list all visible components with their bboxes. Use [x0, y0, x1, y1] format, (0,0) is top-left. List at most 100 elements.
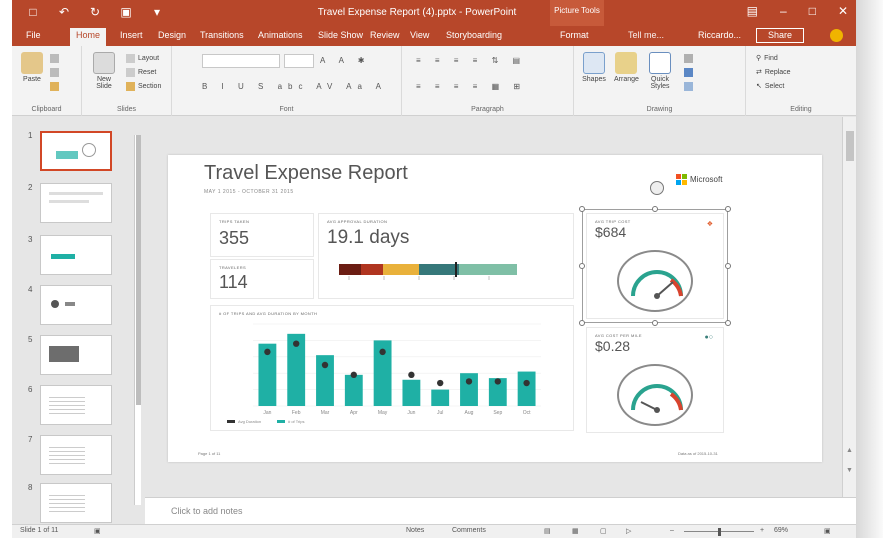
zoom-slider-thumb[interactable]: [718, 528, 721, 536]
layout-button[interactable]: Layout: [126, 54, 159, 63]
tab-view[interactable]: View: [410, 30, 429, 40]
comments-button[interactable]: Comments: [452, 527, 486, 534]
maximize-icon[interactable]: □: [809, 4, 816, 18]
notes-button[interactable]: Notes: [406, 527, 424, 534]
find-button[interactable]: ⚲ Find: [756, 54, 778, 63]
normal-view-icon[interactable]: ▤: [544, 527, 551, 535]
resize-handle[interactable]: [652, 320, 658, 326]
font-size-box[interactable]: [284, 54, 314, 68]
font-size-buttons[interactable]: A A ✱: [320, 56, 371, 65]
paste-button[interactable]: Paste: [20, 52, 44, 83]
list-buttons[interactable]: ≡ ≡ ≡ ≡ ⇅ ▤: [416, 56, 526, 65]
thumbnail-slide-4[interactable]: [40, 285, 112, 325]
start-icon[interactable]: ▣: [119, 5, 133, 19]
spellcheck-icon[interactable]: ▣: [94, 527, 101, 535]
customize-icon[interactable]: ▾: [150, 5, 164, 19]
shapes-button[interactable]: Shapes: [582, 52, 606, 83]
resize-handle[interactable]: [579, 263, 585, 269]
tab-design[interactable]: Design: [158, 30, 186, 40]
legend-swatch: [277, 420, 285, 423]
scroll-up-icon[interactable]: ▲: [846, 447, 853, 454]
thumbnail-slide-3[interactable]: [40, 235, 112, 275]
share-button[interactable]: Share: [756, 28, 804, 43]
tab-animations[interactable]: Animations: [258, 30, 303, 40]
save-icon[interactable]: □: [26, 5, 40, 19]
tab-storyboarding[interactable]: Storyboarding: [446, 30, 502, 40]
toggle-icon[interactable]: ●○: [705, 334, 713, 341]
duration-marker: [465, 378, 473, 385]
window-title: Travel Expense Report (4).pptx - PowerPo…: [317, 7, 517, 18]
tab-format[interactable]: Format: [560, 30, 589, 40]
select-button[interactable]: ↖ Select: [756, 82, 784, 91]
fit-slide-icon[interactable]: ▣: [824, 527, 831, 535]
picture-tools-header: Picture Tools: [550, 0, 604, 26]
rotation-handle[interactable]: [650, 181, 664, 195]
approval-gauge-bar: [339, 262, 517, 277]
copy-button[interactable]: [50, 68, 59, 77]
feedback-icon[interactable]: [830, 29, 843, 42]
resize-handle[interactable]: [652, 206, 658, 212]
thumbnail-slide-1[interactable]: [40, 131, 112, 171]
scrollbar-thumb[interactable]: [846, 131, 854, 161]
resize-handle[interactable]: [579, 320, 585, 326]
thumbnail-number: 6: [28, 385, 33, 394]
thumbnail-slide-8[interactable]: [40, 483, 112, 523]
ribbon-display-icon[interactable]: ▤: [747, 4, 758, 18]
x-tick-label: Mar: [321, 410, 330, 416]
shape-effects-button[interactable]: [684, 82, 693, 91]
zoom-out-icon[interactable]: –: [670, 527, 674, 534]
font-format-buttons[interactable]: B I U S abc AV Aa A: [202, 82, 387, 91]
arrange-button[interactable]: Arrange: [614, 52, 639, 83]
x-tick-label: Apr: [350, 410, 358, 416]
redo-icon[interactable]: ↻: [88, 5, 102, 19]
thumbnail-slide-6[interactable]: [40, 385, 112, 425]
canvas-scrollbar[interactable]: ▲ ▼: [842, 117, 856, 497]
minimize-icon[interactable]: –: [780, 4, 787, 18]
notes-pane[interactable]: Click to add notes: [145, 497, 856, 524]
gauge-segment: [361, 264, 383, 275]
resize-handle[interactable]: [579, 206, 585, 212]
scrollbar-thumb[interactable]: [136, 135, 141, 405]
replace-icon: ⇄: [756, 69, 762, 76]
thumbnail-slide-2[interactable]: [40, 183, 112, 223]
microsoft-logo: Microsoft: [676, 174, 722, 185]
resize-handle[interactable]: [725, 320, 731, 326]
user-name[interactable]: Riccardo...: [698, 30, 741, 40]
tab-review[interactable]: Review: [370, 30, 400, 40]
close-icon[interactable]: ✕: [838, 4, 848, 18]
shape-outline-button[interactable]: [684, 68, 693, 77]
new-slide-button[interactable]: New Slide: [92, 52, 116, 90]
zoom-level[interactable]: 69%: [774, 527, 788, 534]
tell-me-box[interactable]: Tell me...: [628, 30, 664, 40]
slide[interactable]: Travel Expense Report MAY 1 2015 - OCTOB…: [168, 155, 822, 462]
slide-sorter-icon[interactable]: ▦: [572, 527, 579, 535]
resize-handle[interactable]: [725, 206, 731, 212]
reset-button[interactable]: Reset: [126, 68, 156, 77]
quick-styles-button[interactable]: Quick Styles: [648, 52, 672, 90]
section-button[interactable]: Section: [126, 82, 161, 91]
quick-styles-icon: [649, 52, 671, 74]
tab-file[interactable]: File: [26, 30, 41, 40]
align-buttons[interactable]: ≡ ≡ ≡ ≡ ▦ ⊞: [416, 82, 526, 91]
slide-title[interactable]: Travel Expense Report: [204, 162, 408, 185]
shape-fill-button[interactable]: [684, 54, 693, 63]
format-painter-button[interactable]: [50, 82, 59, 91]
bar: [344, 374, 363, 406]
thumbnail-slide-5[interactable]: [40, 335, 112, 375]
tab-transitions[interactable]: Transitions: [200, 30, 244, 40]
scroll-down-icon[interactable]: ▼: [846, 467, 853, 474]
slideshow-icon[interactable]: ▷: [626, 527, 631, 535]
thumbnail-scrollbar[interactable]: [134, 135, 141, 505]
tab-insert[interactable]: Insert: [120, 30, 143, 40]
reading-view-icon[interactable]: ▢: [600, 527, 607, 535]
tab-slide-show[interactable]: Slide Show: [318, 30, 363, 40]
thumbnail-slide-7[interactable]: [40, 435, 112, 475]
font-name-box[interactable]: [202, 54, 280, 68]
tab-home[interactable]: Home: [70, 28, 107, 46]
clipboard-group: Paste Clipboard: [12, 46, 82, 116]
zoom-in-icon[interactable]: +: [760, 527, 764, 534]
cut-button[interactable]: [50, 54, 59, 63]
replace-button[interactable]: ⇄ Replace: [756, 68, 791, 77]
undo-icon[interactable]: ↶: [57, 5, 71, 19]
resize-handle[interactable]: [725, 263, 731, 269]
